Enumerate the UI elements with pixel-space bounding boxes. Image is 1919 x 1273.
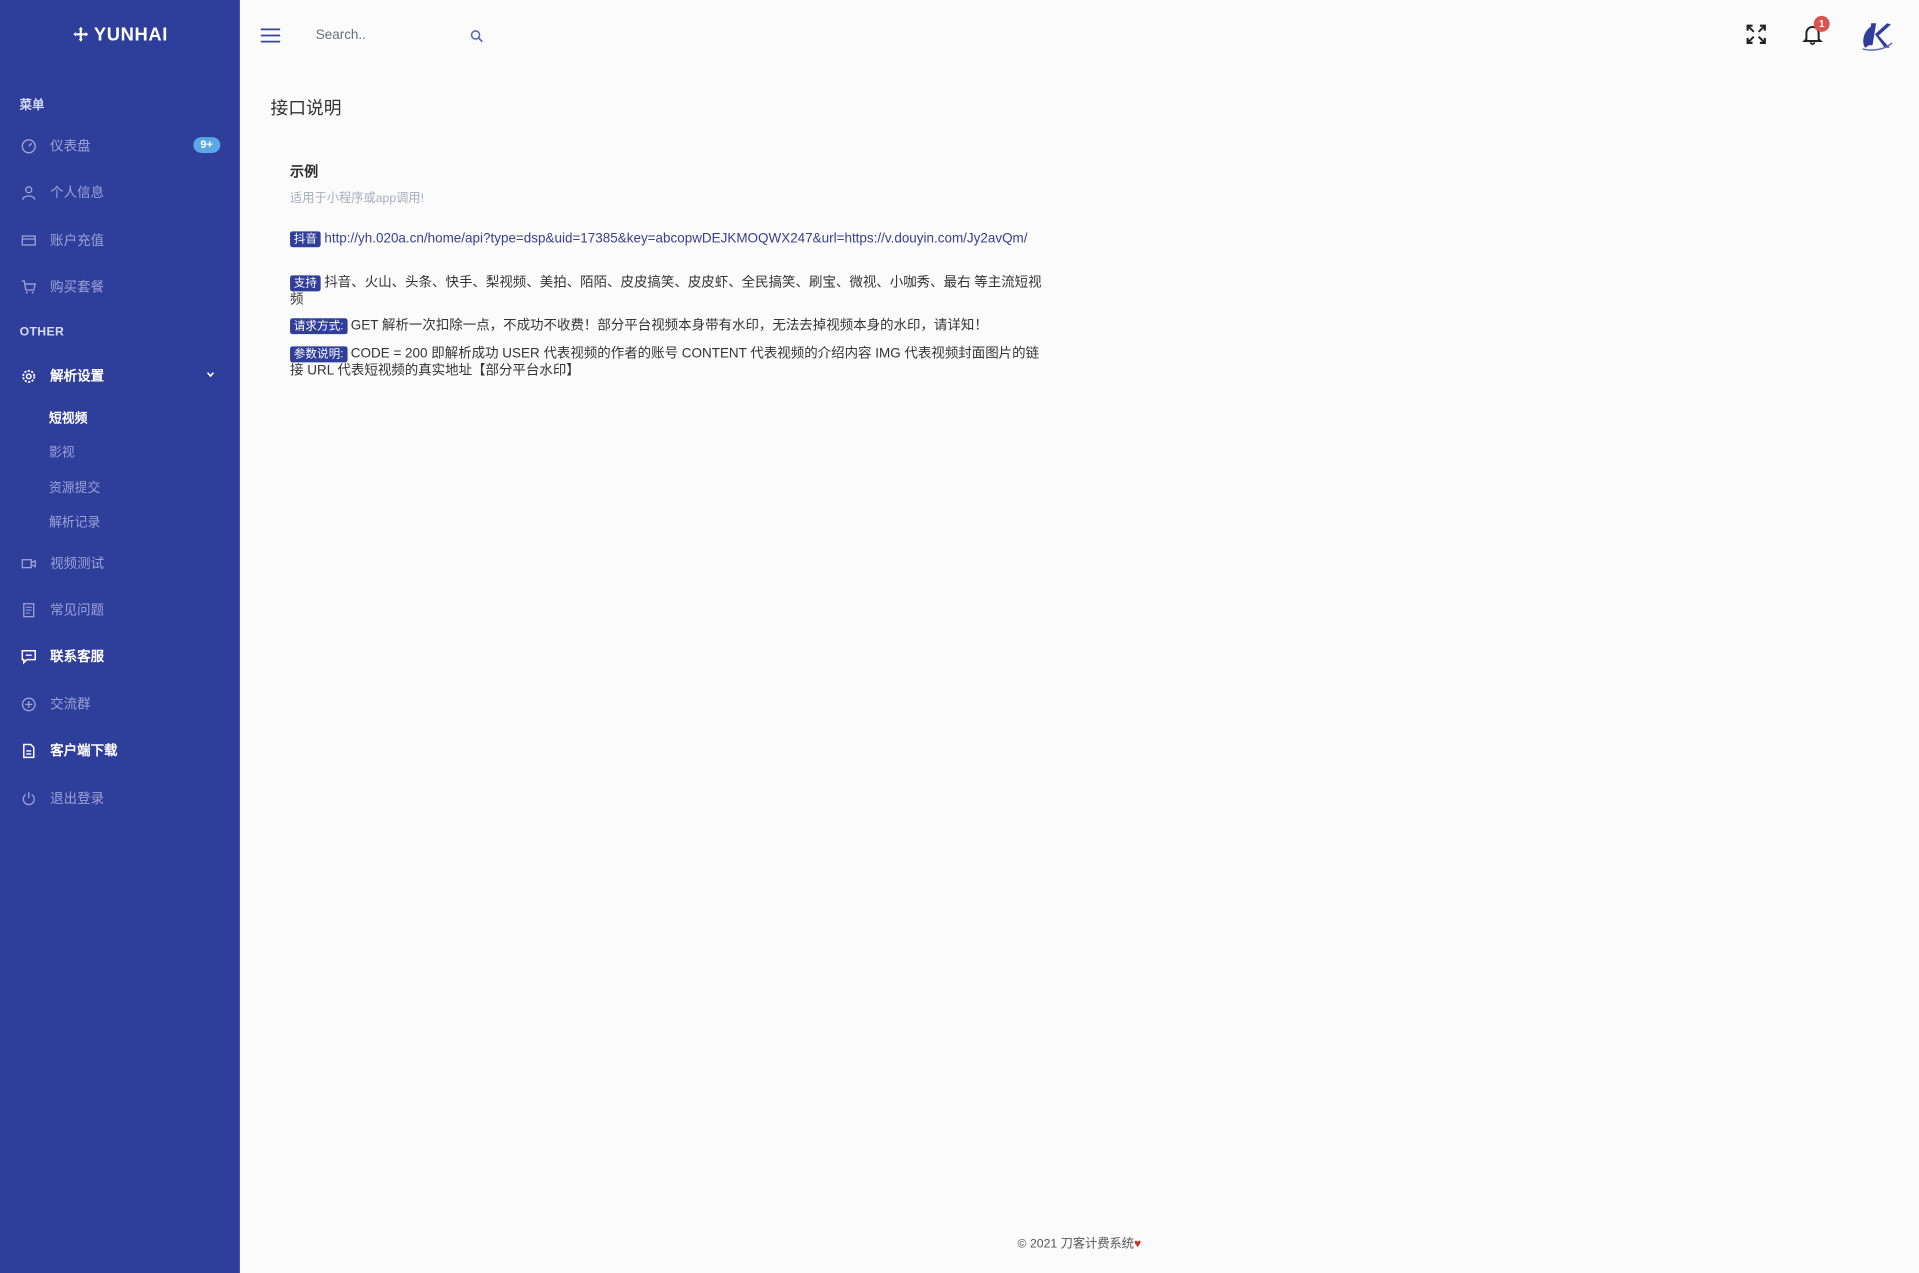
sidebar-item-faq[interactable]: 常见问题 (0, 591, 240, 628)
avatar[interactable] (1858, 18, 1895, 52)
tag-douyin: 抖音 (290, 231, 321, 248)
footer-copyright: © 2021 刀客计费系统 (1017, 1237, 1135, 1251)
notification-count: 1 (1813, 15, 1830, 32)
brand-name: YUNHAI (93, 24, 168, 46)
sidebar-item-label: 个人信息 (50, 186, 105, 201)
notification-badge: 9+ (193, 137, 221, 154)
search-icon[interactable] (470, 29, 483, 43)
sidebar-subitem-movies[interactable]: 影视 (49, 443, 75, 461)
sidebar-item-buy-package[interactable]: 购买套餐 (0, 268, 240, 305)
search-input[interactable] (310, 22, 470, 49)
user-icon (20, 184, 37, 201)
card-subtitle: 适用于小程序或app调用! (290, 192, 425, 206)
params-text: CODE = 200 即解析成功 USER 代表视频的作者的账号 CONTENT… (290, 346, 1040, 379)
sidebar-subitem-resource-submit[interactable]: 资源提交 (49, 479, 100, 497)
sidebar-item-label: 解析设置 (50, 369, 105, 385)
section-title-menu: 菜单 (19, 99, 45, 113)
move-icon (72, 26, 88, 42)
sidebar: YUNHAI 菜单 仪表盘 9+ 个人信息 账户充值 购买套餐 OTHER 解析… (0, 0, 240, 1273)
supported-platforms-line: 支持 抖音、火山、头条、快手、梨视频、美拍、陌陌、皮皮搞笑、皮皮虾、全民搞笑、刷宝… (290, 274, 1049, 308)
supported-platforms-text: 抖音、火山、头条、快手、梨视频、美拍、陌陌、皮皮搞笑、皮皮虾、全民搞笑、刷宝、微… (290, 275, 1042, 308)
sidebar-item-label: 仪表盘 (50, 139, 91, 155)
api-doc-card: 示例 适用于小程序或app调用! 抖音 http://yh.020a.cn/hom… (270, 137, 1886, 401)
dashboard-icon (20, 137, 37, 154)
document-icon (20, 601, 37, 618)
plus-circle-icon (20, 695, 37, 712)
app-canvas: YUNHAI 菜单 仪表盘 9+ 个人信息 账户充值 购买套餐 OTHER 解析… (0, 0, 1919, 1273)
gear-icon (20, 367, 37, 384)
video-icon (20, 554, 37, 571)
power-icon (20, 790, 37, 807)
sidebar-item-label: 账户充值 (50, 233, 105, 249)
params-line: 参数说明: CODE = 200 即解析成功 USER 代表视频的作者的账号 CO… (290, 345, 1049, 379)
credit-card-icon (20, 231, 37, 248)
api-url[interactable]: http://yh.020a.cn/home/api?type=dsp&uid=… (324, 231, 1027, 246)
brand-logo[interactable]: YUNHAI (0, 24, 240, 45)
tag-params: 参数说明: (290, 346, 348, 363)
sidebar-item-label: 客户端下载 (50, 744, 118, 759)
tag-request-method: 请求方式: (290, 318, 348, 335)
sidebar-item-parse-settings[interactable]: 解析设置 (0, 357, 240, 394)
notifications-button[interactable]: 1 (1802, 15, 1830, 45)
sidebar-item-client-download[interactable]: 客户端下载 (0, 732, 240, 769)
sidebar-item-logout[interactable]: 退出登录 (0, 780, 240, 817)
search-box (310, 22, 495, 49)
section-title-other: OTHER (19, 325, 65, 340)
sidebar-item-label: 常见问题 (50, 603, 105, 619)
cart-icon (20, 278, 37, 295)
sidebar-item-label: 交流群 (50, 697, 91, 713)
request-method-line: 请求方式: GET 解析一次扣除一点，不成功不收费！部分平台视频本身带有水印，无法… (290, 317, 1049, 335)
api-example-line: 抖音 http://yh.020a.cn/home/api?type=dsp&ui… (290, 230, 1049, 248)
tag-support: 支持 (290, 275, 321, 292)
sidebar-item-label: 退出登录 (50, 791, 105, 807)
sidebar-item-contact-support[interactable]: 联系客服 (0, 638, 240, 675)
fullscreen-icon[interactable] (1745, 23, 1767, 45)
request-method-text: GET 解析一次扣除一点，不成功不收费！部分平台视频本身带有水印，无法去掉视频本… (350, 318, 988, 333)
sidebar-item-label: 联系客服 (50, 649, 105, 665)
heart-icon: ♥ (1134, 1237, 1142, 1251)
topbar: 1 (240, 0, 1919, 71)
sidebar-item-recharge[interactable]: 账户充值 (0, 222, 240, 259)
sidebar-subitem-parse-records[interactable]: 解析记录 (49, 513, 100, 531)
chevron-down-icon (206, 372, 215, 378)
footer: © 2021 刀客计费系统♥ (240, 1233, 1919, 1251)
sidebar-item-video-test[interactable]: 视频测试 (0, 545, 240, 582)
card-title: 示例 (290, 165, 319, 180)
chat-icon (20, 648, 37, 665)
app-root: YUNHAI 菜单 仪表盘 9+ 个人信息 账户充值 购买套餐 OTHER 解析… (0, 0, 1919, 1273)
file-icon (20, 742, 37, 759)
page-title: 接口说明 (270, 99, 342, 119)
sidebar-item-label: 视频测试 (50, 556, 105, 572)
sidebar-item-profile[interactable]: 个人信息 (0, 174, 240, 211)
sidebar-subitem-short-video[interactable]: 短视频 (49, 409, 88, 427)
sidebar-item-dashboard[interactable]: 仪表盘 9+ (0, 127, 240, 164)
menu-icon[interactable] (260, 27, 281, 44)
sidebar-item-group[interactable]: 交流群 (0, 685, 240, 722)
sidebar-item-label: 购买套餐 (50, 280, 105, 295)
